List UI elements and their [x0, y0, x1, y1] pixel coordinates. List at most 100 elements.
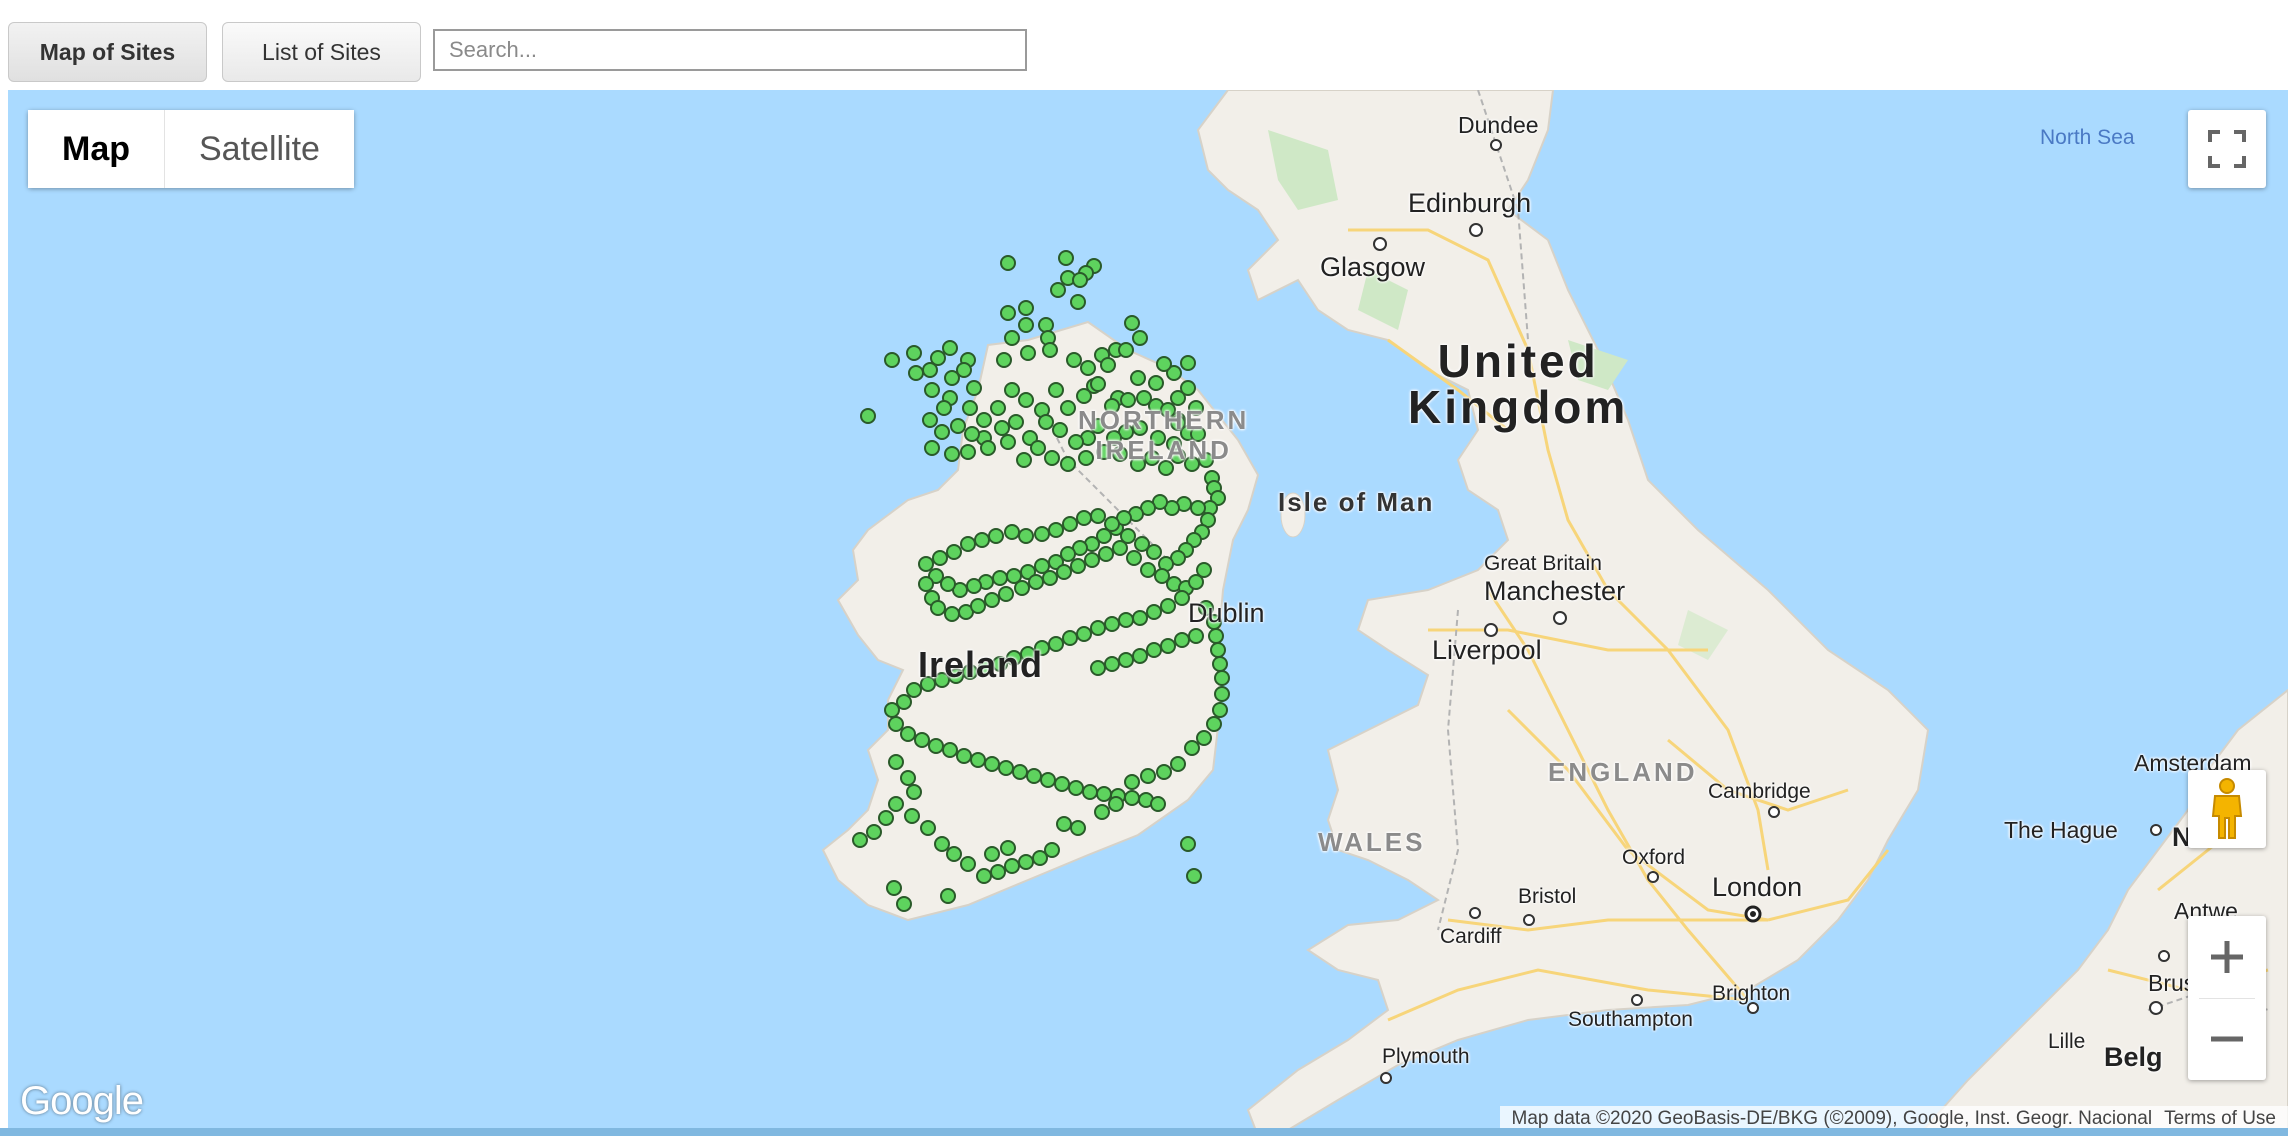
site-marker[interactable]	[1012, 764, 1028, 780]
site-marker[interactable]	[1048, 636, 1064, 652]
search-input[interactable]	[433, 29, 1027, 71]
site-marker[interactable]	[980, 440, 996, 456]
site-marker[interactable]	[998, 760, 1014, 776]
site-marker[interactable]	[1160, 638, 1176, 654]
site-marker[interactable]	[1090, 376, 1106, 392]
site-marker[interactable]	[1082, 784, 1098, 800]
site-marker[interactable]	[944, 446, 960, 462]
site-marker[interactable]	[1180, 355, 1196, 371]
site-marker[interactable]	[904, 808, 920, 824]
site-marker[interactable]	[974, 532, 990, 548]
site-marker[interactable]	[1018, 317, 1034, 333]
site-marker[interactable]	[936, 400, 952, 416]
site-marker[interactable]	[1188, 628, 1204, 644]
site-marker[interactable]	[944, 606, 960, 622]
site-marker[interactable]	[1104, 616, 1120, 632]
site-marker[interactable]	[1076, 626, 1092, 642]
site-marker[interactable]	[908, 365, 924, 381]
site-marker[interactable]	[966, 578, 982, 594]
site-marker[interactable]	[1174, 590, 1190, 606]
site-marker[interactable]	[1048, 382, 1064, 398]
site-marker[interactable]	[924, 440, 940, 456]
site-marker[interactable]	[1014, 580, 1030, 596]
site-marker[interactable]	[932, 550, 948, 566]
site-marker[interactable]	[1000, 434, 1016, 450]
site-marker[interactable]	[1150, 796, 1166, 812]
site-marker[interactable]	[878, 810, 894, 826]
site-marker[interactable]	[942, 742, 958, 758]
site-marker[interactable]	[1184, 740, 1200, 756]
site-marker[interactable]	[1108, 796, 1124, 812]
site-marker[interactable]	[906, 345, 922, 361]
site-marker[interactable]	[1090, 620, 1106, 636]
site-marker[interactable]	[1038, 414, 1054, 430]
site-marker[interactable]	[1132, 610, 1148, 626]
map-of-sites-button[interactable]: Map of Sites	[8, 22, 207, 82]
site-marker[interactable]	[988, 528, 1004, 544]
site-marker[interactable]	[1170, 756, 1186, 772]
site-marker[interactable]	[976, 412, 992, 428]
site-marker[interactable]	[1212, 702, 1228, 718]
site-marker[interactable]	[1146, 642, 1162, 658]
site-marker[interactable]	[888, 754, 904, 770]
site-marker[interactable]	[960, 444, 976, 460]
map-type-map-button[interactable]: Map	[28, 110, 165, 188]
site-marker[interactable]	[1072, 272, 1088, 288]
site-marker[interactable]	[1080, 360, 1096, 376]
site-marker[interactable]	[970, 752, 986, 768]
site-marker[interactable]	[1118, 652, 1134, 668]
site-marker[interactable]	[1052, 422, 1068, 438]
site-marker[interactable]	[998, 586, 1014, 602]
site-marker[interactable]	[1130, 370, 1146, 386]
zoom-out-button[interactable]	[2188, 999, 2266, 1081]
site-marker[interactable]	[1146, 604, 1162, 620]
street-view-pegman-button[interactable]	[2188, 770, 2266, 848]
site-marker[interactable]	[1100, 357, 1116, 373]
site-marker[interactable]	[1038, 317, 1054, 333]
site-marker[interactable]	[934, 424, 950, 440]
site-marker[interactable]	[1070, 558, 1086, 574]
site-marker[interactable]	[1148, 375, 1164, 391]
site-marker[interactable]	[1212, 656, 1228, 672]
site-marker[interactable]	[1004, 330, 1020, 346]
site-marker[interactable]	[962, 400, 978, 416]
site-marker[interactable]	[976, 868, 992, 884]
site-marker[interactable]	[1134, 536, 1150, 552]
site-marker[interactable]	[1058, 250, 1074, 266]
site-marker[interactable]	[1132, 330, 1148, 346]
site-marker[interactable]	[922, 412, 938, 428]
site-marker[interactable]	[1004, 524, 1020, 540]
site-marker[interactable]	[1016, 452, 1032, 468]
site-marker[interactable]	[1196, 730, 1212, 746]
site-marker[interactable]	[956, 362, 972, 378]
site-marker[interactable]	[1060, 400, 1076, 416]
terms-of-use-link[interactable]: Terms of Use	[2164, 1108, 2276, 1130]
site-marker[interactable]	[1174, 632, 1190, 648]
site-marker[interactable]	[1018, 528, 1034, 544]
site-marker[interactable]	[1090, 660, 1106, 676]
site-marker[interactable]	[1004, 858, 1020, 874]
site-marker[interactable]	[860, 408, 876, 424]
map-canvas[interactable]: United Kingdom NORTHERN IRELAND Ireland …	[8, 90, 2288, 1136]
site-marker[interactable]	[900, 726, 916, 742]
site-marker[interactable]	[1020, 345, 1036, 361]
site-marker[interactable]	[886, 880, 902, 896]
site-marker[interactable]	[960, 856, 976, 872]
site-marker[interactable]	[934, 836, 950, 852]
site-marker[interactable]	[1118, 612, 1134, 628]
site-marker[interactable]	[1070, 820, 1086, 836]
site-marker[interactable]	[920, 820, 936, 836]
site-marker[interactable]	[930, 600, 946, 616]
site-marker[interactable]	[1060, 456, 1076, 472]
site-marker[interactable]	[1140, 562, 1156, 578]
site-marker[interactable]	[888, 716, 904, 732]
site-marker[interactable]	[1090, 508, 1106, 524]
map-type-satellite-button[interactable]: Satellite	[165, 110, 354, 188]
site-marker[interactable]	[990, 400, 1006, 416]
site-marker[interactable]	[966, 380, 982, 396]
site-marker[interactable]	[946, 544, 962, 560]
site-marker[interactable]	[1028, 574, 1044, 590]
site-marker[interactable]	[1070, 294, 1086, 310]
site-marker[interactable]	[1094, 804, 1110, 820]
site-marker[interactable]	[1104, 516, 1120, 532]
